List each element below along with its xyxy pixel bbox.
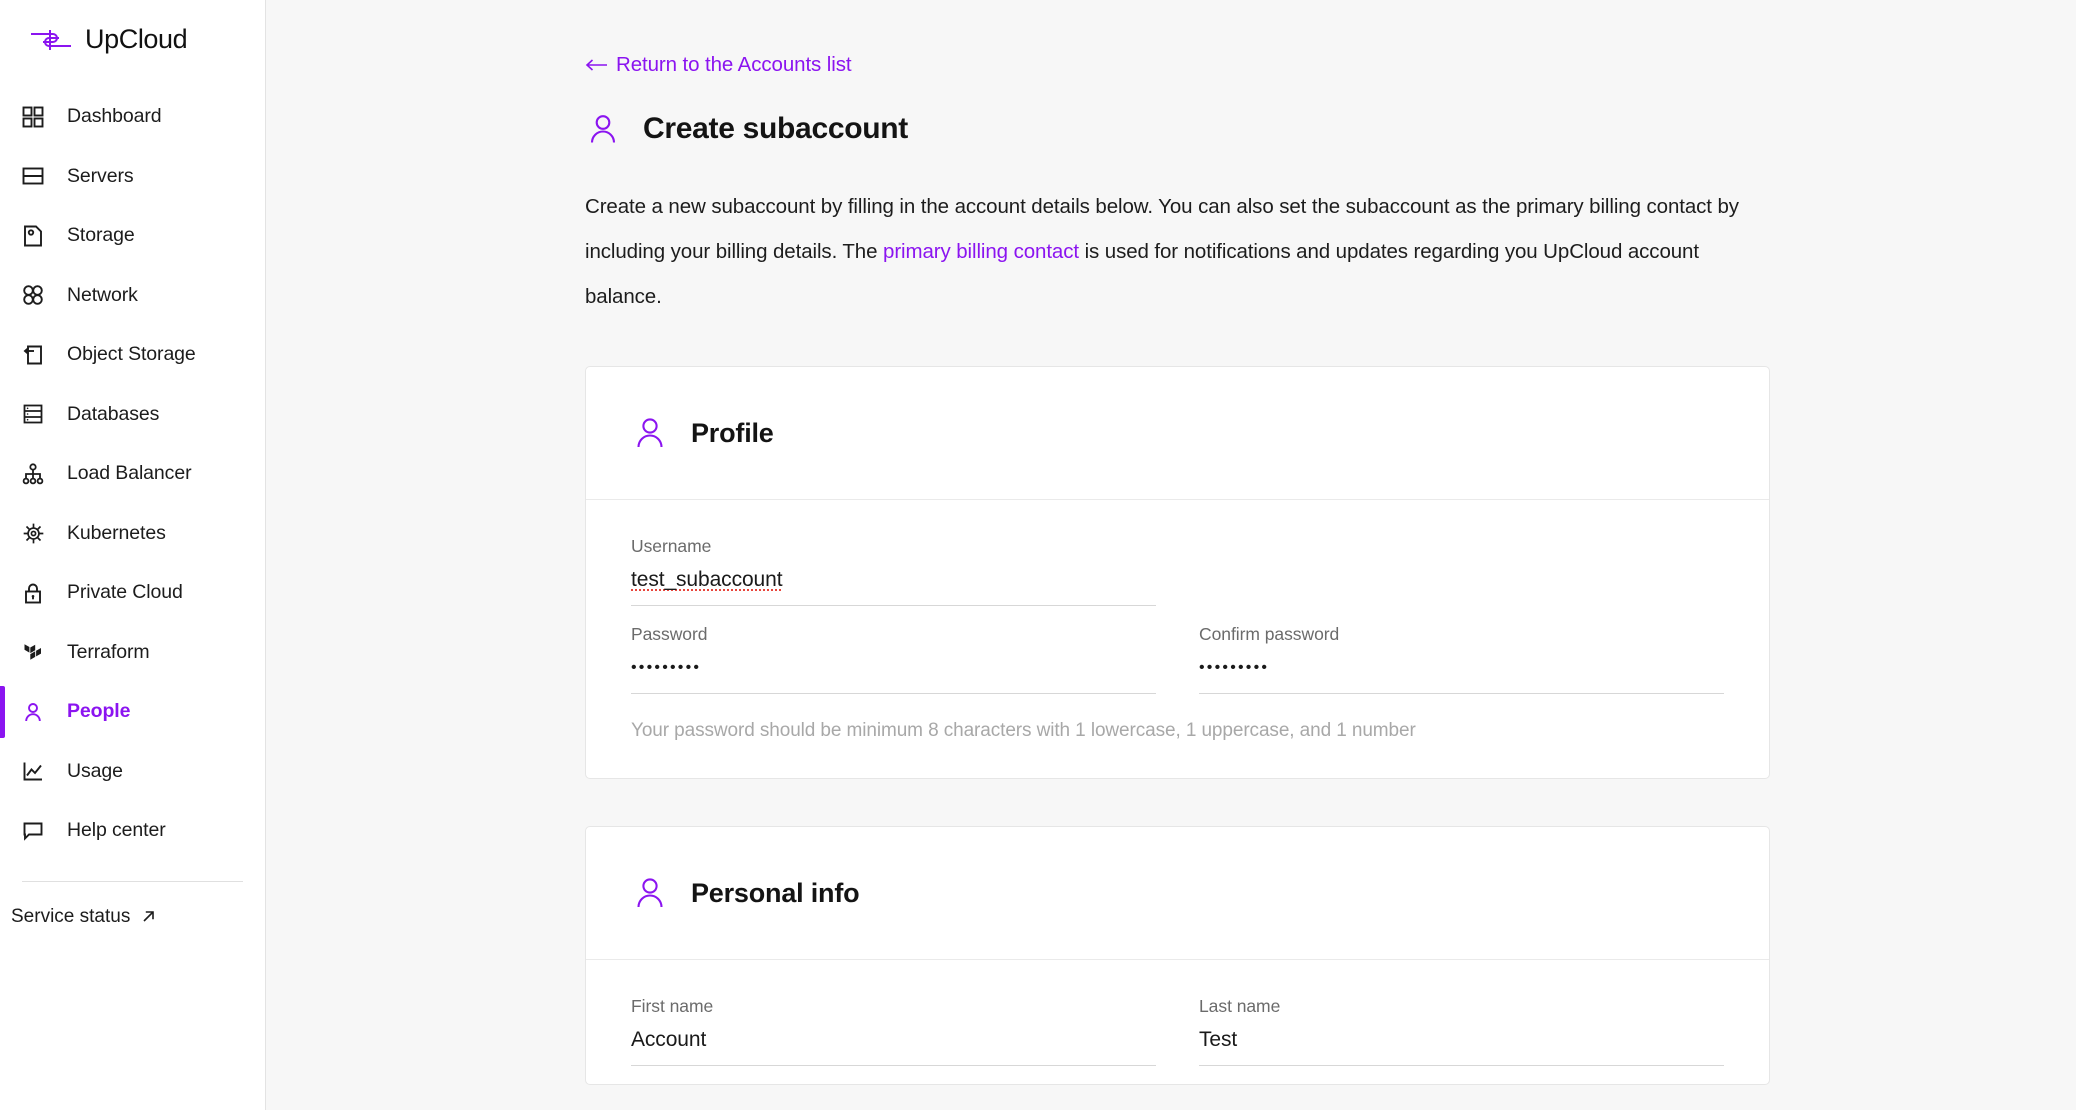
load-balancer-icon [20,461,46,487]
sidebar-item-object-storage[interactable]: Object Storage [0,325,265,385]
speech-bubble-icon [20,818,46,844]
grid-icon [20,104,46,130]
field-underline [631,1065,1156,1066]
sidebar-item-kubernetes[interactable]: Kubernetes [0,504,265,564]
kubernetes-helm-icon [20,520,46,546]
return-to-accounts-list-link[interactable]: Return to the Accounts list [585,53,852,77]
field-underline [1199,693,1724,694]
profile-card-header: Profile [586,367,1769,500]
person-icon [631,874,669,912]
sidebar-item-usage[interactable]: Usage [0,742,265,802]
password-label: Password [631,624,708,644]
sidebar-item-label: Load Balancer [67,462,192,485]
sidebar-item-load-balancer[interactable]: Load Balancer [0,444,265,504]
username-row: Username test_subaccount [631,536,1724,624]
name-row: First name Account Last name Test [631,996,1724,1084]
sidebar-item-label: Private Cloud [67,581,183,604]
page-title-row: Create subaccount [585,111,2035,147]
field-underline [631,605,1156,606]
sidebar-divider [22,880,243,882]
password-field[interactable]: Password ••••••••• [631,624,1156,712]
field-underline [1199,1065,1724,1066]
first-name-field[interactable]: First name Account [631,996,1156,1084]
personal-info-card: Personal info First name Account Last na… [585,826,1770,1085]
first-name-label: First name [631,996,714,1016]
sidebar-item-terraform[interactable]: Terraform [0,623,265,683]
brand-name: UpCloud [85,24,188,54]
sidebar-item-label: Network [67,283,138,306]
terraform-icon [20,639,46,665]
confirm-password-field[interactable]: Confirm password ••••••••• [1199,624,1724,712]
personal-info-card-header: Personal info [586,827,1769,960]
sidebar: UpCloud Dashboard Servers Storage Networ… [0,0,266,1110]
sidebar-item-label: Help center [67,819,166,842]
password-input[interactable]: ••••••••• [631,654,1156,682]
confirm-password-input[interactable]: ••••••••• [1199,654,1724,682]
main-content: Return to the Accounts list Create subac… [266,0,2076,1110]
service-status-label: Service status [11,905,131,927]
card-title: Profile [691,417,774,448]
upcloud-logo-icon [28,26,74,54]
card-title: Personal info [691,877,860,908]
network-nodes-icon [20,282,46,308]
sidebar-item-network[interactable]: Network [0,266,265,326]
field-underline [631,693,1156,694]
last-name-label: Last name [1199,996,1281,1016]
object-storage-icon [20,342,46,368]
person-icon [585,111,621,147]
sidebar-item-label: Kubernetes [67,521,166,544]
sidebar-nav: Dashboard Servers Storage Network Object… [0,87,265,861]
profile-card: Profile Username test_subaccount Passwor… [585,366,1770,779]
username-input[interactable]: test_subaccount [631,566,1156,594]
sidebar-item-label: Usage [67,759,123,782]
arrow-left-icon [585,58,608,72]
storage-disk-icon [20,223,46,249]
profile-card-body: Username test_subaccount Password ••••••… [586,500,1769,778]
sidebar-item-label: Terraform [67,640,150,663]
external-link-arrow-icon [139,907,158,926]
person-icon [20,699,46,725]
person-icon [631,414,669,452]
sidebar-item-private-cloud[interactable]: Private Cloud [0,563,265,623]
brand-logo-area[interactable]: UpCloud [0,0,265,62]
sidebar-item-label: People [67,700,131,723]
last-name-input[interactable]: Test [1199,1026,1724,1054]
password-row: Password ••••••••• Confirm password ••••… [631,624,1724,712]
sidebar-item-label: Storage [67,224,135,247]
username-label: Username [631,536,712,556]
sidebar-item-storage[interactable]: Storage [0,206,265,266]
sidebar-item-people[interactable]: People [0,682,265,742]
app-root: UpCloud Dashboard Servers Storage Networ… [0,0,2076,1110]
content-column: Return to the Accounts list Create subac… [585,0,2035,1085]
primary-billing-contact-link[interactable]: primary billing contact [883,240,1079,263]
chart-line-icon [20,758,46,784]
database-icon [20,401,46,427]
sidebar-item-label: Dashboard [67,105,162,128]
last-name-field[interactable]: Last name Test [1199,996,1724,1084]
username-field[interactable]: Username test_subaccount [631,536,1156,624]
sidebar-item-label: Servers [67,164,134,187]
return-link-label: Return to the Accounts list [616,53,852,76]
sidebar-item-servers[interactable]: Servers [0,147,265,207]
service-status-link[interactable]: Service status [0,906,265,928]
personal-info-card-body: First name Account Last name Test [586,960,1769,1084]
page-title: Create subaccount [643,112,908,145]
sidebar-item-dashboard[interactable]: Dashboard [0,87,265,147]
sidebar-item-help-center[interactable]: Help center [0,801,265,861]
confirm-password-label: Confirm password [1199,624,1340,644]
password-requirements-hint: Your password should be minimum 8 charac… [631,720,1416,741]
page-description: Create a new subaccount by filling in th… [585,184,1770,319]
first-name-input[interactable]: Account [631,1026,1156,1054]
sidebar-item-label: Databases [67,402,160,425]
sidebar-item-databases[interactable]: Databases [0,385,265,445]
sidebar-item-label: Object Storage [67,343,196,366]
server-icon [20,163,46,189]
lock-icon [20,580,46,606]
